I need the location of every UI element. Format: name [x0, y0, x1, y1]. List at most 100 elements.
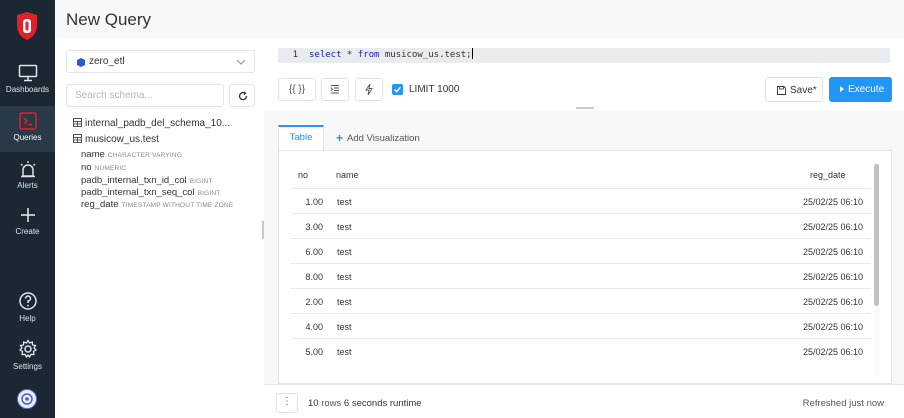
table-row: 4.00 test 25/02/25 06:10 — [291, 313, 871, 338]
schema-column-item[interactable]: no NUMERIC — [81, 162, 126, 173]
table-name: internal_padb_del_schema_10... — [85, 118, 231, 129]
cell-reg-date: 25/02/25 06:10 — [802, 197, 863, 207]
cell-no: 3.00 — [305, 222, 323, 232]
cell-no: 8.00 — [305, 272, 323, 282]
cell-name: test — [337, 247, 352, 257]
plus-icon — [20, 208, 35, 222]
table-row: 2.00 test 25/02/25 06:10 — [291, 288, 871, 313]
play-icon — [840, 86, 844, 92]
schema-column-item[interactable]: reg_date TIMESTAMP WITHOUT TIME ZONE — [81, 199, 233, 210]
column-name: name — [81, 149, 105, 160]
nav-label: Dashboards — [5, 85, 50, 94]
refreshed-status: Refreshed just now — [802, 398, 884, 409]
redash-logo-icon[interactable] — [14, 12, 40, 40]
cell-no: 4.00 — [305, 322, 323, 332]
format-query-button[interactable] — [321, 78, 349, 101]
cell-name: test — [337, 272, 352, 282]
nav-label: Settings — [13, 362, 42, 371]
autocomplete-toggle-button[interactable] — [355, 78, 383, 101]
schema-column-item[interactable]: padb_internal_txn_seq_col BIGINT — [81, 187, 220, 198]
monitor-icon — [18, 64, 37, 82]
add-visualization-label: Add Visualization — [347, 133, 420, 144]
nav-create[interactable]: Create — [0, 206, 55, 236]
cell-name: test — [337, 222, 352, 232]
results-footer: ⋮ 10 rows 6 seconds runtime Refreshed ju… — [264, 384, 904, 418]
terminal-icon — [18, 112, 37, 130]
cell-no: 6.00 — [305, 247, 323, 257]
code-fragment: musicow_us.test; — [379, 50, 472, 60]
nav-dashboards[interactable]: Dashboards — [0, 64, 55, 94]
column-header-reg-date[interactable]: reg_date — [810, 170, 846, 180]
schema-search-input[interactable] — [66, 84, 224, 107]
table-row: 6.00 test 25/02/25 06:10 — [291, 238, 871, 263]
cell-name: test — [337, 297, 352, 307]
limit-checkbox[interactable] — [392, 84, 403, 95]
column-name: reg_date — [81, 199, 119, 210]
table-row: 5.00 test 25/02/25 06:10 — [291, 338, 871, 363]
rows-word: rows — [321, 398, 342, 409]
horizontal-resize-handle[interactable] — [576, 107, 594, 109]
user-avatar[interactable] — [17, 389, 37, 409]
nav-label: Queries — [13, 133, 42, 142]
column-type: NUMERIC — [94, 165, 127, 172]
tab-table[interactable]: Table — [278, 125, 324, 151]
result-stats: 10 rows 6 seconds runtime — [308, 398, 422, 409]
limit-label[interactable]: LIMIT 1000 — [409, 84, 459, 95]
tab-table-label: Table — [289, 132, 313, 143]
nav-settings[interactable]: Settings — [0, 339, 55, 371]
left-nav: Dashboards Queries Alerts Create Help Se… — [0, 0, 55, 418]
column-header-name[interactable]: name — [336, 170, 359, 180]
column-header-no[interactable]: no — [298, 170, 308, 180]
cell-reg-date: 25/02/25 06:10 — [802, 222, 863, 232]
lightning-icon — [365, 83, 373, 96]
nav-alerts[interactable]: Alerts — [0, 160, 55, 190]
cell-no: 5.00 — [305, 347, 323, 357]
nav-label: Help — [19, 314, 36, 323]
column-name: padb_internal_txn_seq_col — [81, 187, 195, 198]
save-label: Save* — [790, 85, 817, 96]
code-fragment: * — [341, 50, 358, 60]
params-label: {{ }} — [288, 84, 306, 95]
siren-icon — [20, 161, 35, 178]
schema-refresh-button[interactable] — [229, 84, 255, 107]
schema-column-item[interactable]: name CHARACTER VARYING — [81, 149, 182, 160]
column-type: CHARACTER VARYING — [107, 152, 183, 159]
table-icon — [73, 118, 82, 127]
more-options-button[interactable]: ⋮ — [276, 393, 298, 413]
execute-button[interactable]: Execute — [829, 77, 892, 102]
schema-table-item[interactable]: musicow_us.test — [73, 134, 159, 145]
cell-reg-date: 25/02/25 06:10 — [802, 322, 863, 332]
datasource-select[interactable]: zero_etl — [66, 50, 255, 73]
table-scrollbar-thumb[interactable] — [874, 164, 879, 306]
database-icon — [77, 58, 85, 67]
save-icon — [777, 86, 786, 95]
table-header: no name reg_date — [279, 164, 891, 188]
cell-name: test — [337, 197, 352, 207]
add-parameter-button[interactable]: {{ }} — [278, 78, 316, 101]
cell-no: 1.00 — [305, 197, 323, 207]
table-row: 3.00 test 25/02/25 06:10 — [291, 213, 871, 238]
schema-column-item[interactable]: padb_internal_txn_id_col BIGINT — [81, 175, 213, 186]
column-name: padb_internal_txn_id_col — [81, 175, 187, 186]
cell-reg-date: 25/02/25 06:10 — [802, 272, 863, 282]
indent-icon — [330, 85, 339, 94]
cell-name: test — [337, 347, 352, 357]
table-row: 8.00 test 25/02/25 06:10 — [291, 263, 871, 288]
keyword-select: select — [309, 50, 342, 60]
execute-label: Execute — [848, 84, 885, 95]
cell-no: 2.00 — [305, 297, 323, 307]
schema-table-item[interactable]: internal_padb_del_schema_10... — [73, 118, 230, 129]
runtime-text: 6 seconds runtime — [343, 398, 422, 409]
nav-help[interactable]: Help — [0, 291, 55, 323]
save-button[interactable]: Save* — [765, 77, 823, 102]
cell-reg-date: 25/02/25 06:10 — [802, 247, 863, 257]
cell-reg-date: 25/02/25 06:10 — [802, 297, 863, 307]
nav-queries[interactable]: Queries — [0, 106, 55, 152]
editor-active-line[interactable]: 1 select * from musicow_us.test; — [278, 48, 890, 63]
page-title: New Query — [66, 10, 152, 29]
datasource-name: zero_etl — [89, 56, 125, 67]
nav-label: Alerts — [17, 181, 38, 190]
code-text[interactable]: select * from musicow_us.test; — [309, 48, 473, 63]
add-visualization-tab[interactable]: + Add Visualization — [336, 131, 420, 145]
table-row: 1.00 test 25/02/25 06:10 — [291, 188, 871, 213]
